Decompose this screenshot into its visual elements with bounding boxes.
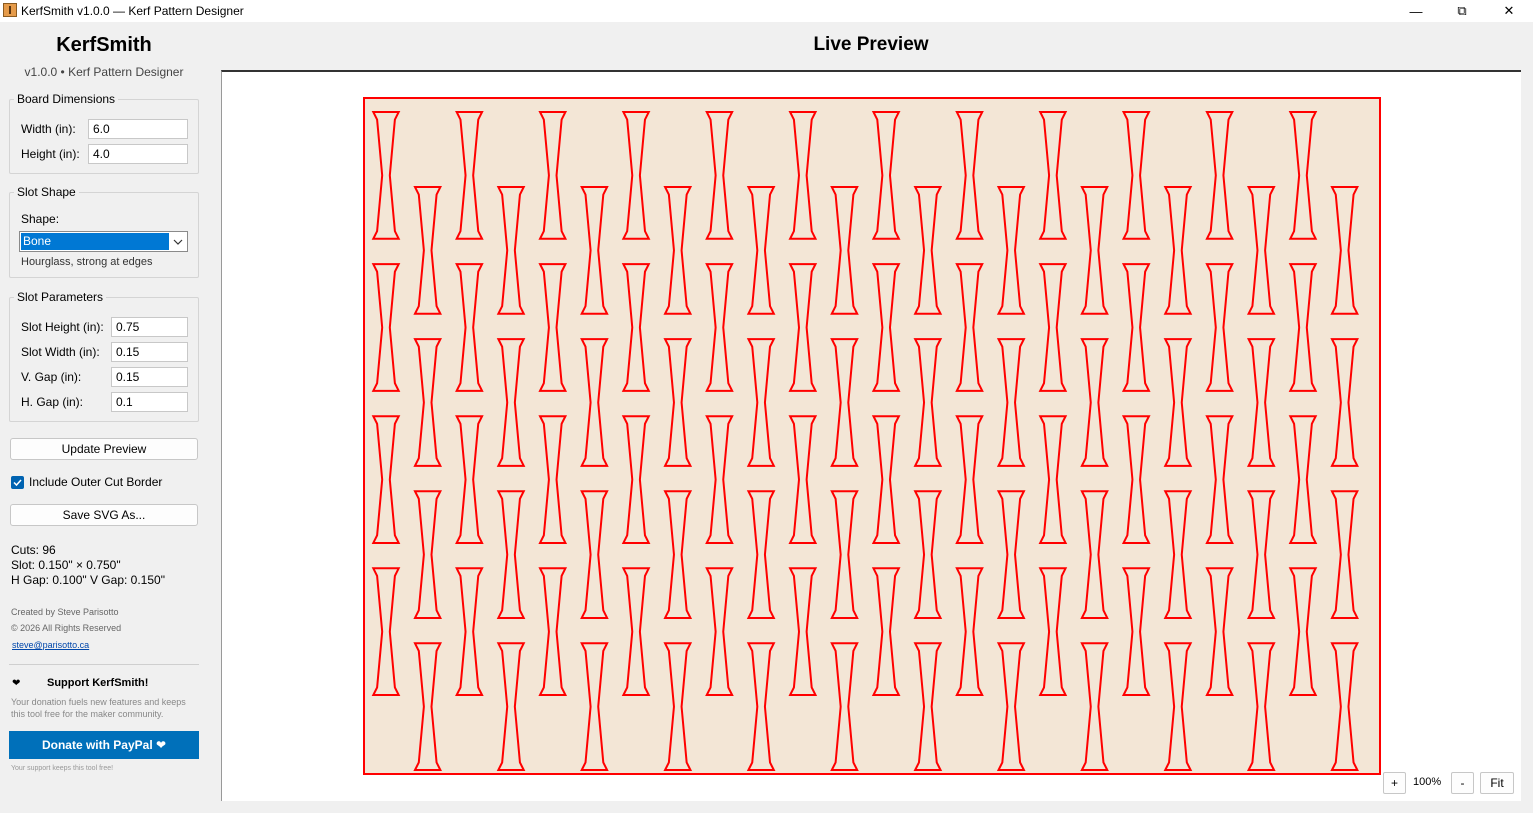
update-preview-button[interactable]: Update Preview <box>10 438 198 460</box>
width-label: Width (in): <box>21 122 76 136</box>
window-title: KerfSmith v1.0.0 — Kerf Pattern Designer <box>21 4 244 18</box>
board-dimensions-legend: Board Dimensions <box>17 92 116 106</box>
maximize-button[interactable]: ⧉ <box>1439 0 1485 22</box>
email-link[interactable]: steve@parisotto.ca <box>12 640 89 650</box>
stats-panel: Cuts: 96 Slot: 0.150" × 0.750" H Gap: 0.… <box>11 543 165 588</box>
slot-width-label: Slot Width (in): <box>21 345 100 359</box>
copyright: © 2026 All Rights Reserved <box>11 623 122 633</box>
donate-paypal-button[interactable]: Donate with PayPal ❤ <box>9 731 199 759</box>
slot-parameters-legend: Slot Parameters <box>17 290 104 304</box>
zoom-in-button[interactable]: + <box>1383 772 1406 794</box>
kerf-pattern-svg <box>363 97 1381 775</box>
preview-canvas[interactable] <box>221 70 1521 801</box>
donate-footnote: Your support keeps this tool free! <box>11 765 114 772</box>
zoom-level: 100% <box>1413 776 1442 788</box>
sidebar: KerfSmith v1.0.0 • Kerf Pattern Designer… <box>0 22 210 813</box>
checkmark-icon <box>13 479 22 487</box>
height-input[interactable] <box>88 144 188 164</box>
save-svg-button[interactable]: Save SVG As... <box>10 504 198 526</box>
app-subtitle: v1.0.0 • Kerf Pattern Designer <box>24 65 184 79</box>
outer-border-checkbox[interactable] <box>11 476 24 489</box>
chevron-down-icon[interactable] <box>171 234 185 249</box>
title-bar: KerfSmith v1.0.0 — Kerf Pattern Designer… <box>0 0 1533 22</box>
zoom-fit-button[interactable]: Fit <box>1480 772 1514 794</box>
shape-select-value: Bone <box>21 233 169 250</box>
cuts-count: Cuts: 96 <box>11 543 56 557</box>
minimize-button[interactable]: — <box>1393 0 1439 22</box>
zoom-out-button[interactable]: - <box>1451 772 1474 794</box>
slot-height-input[interactable] <box>111 317 188 337</box>
h-gap-input[interactable] <box>111 392 188 412</box>
created-by: Created by Steve Parisotto <box>11 607 119 617</box>
close-button[interactable]: ✕ <box>1486 0 1532 22</box>
width-input[interactable] <box>88 119 188 139</box>
shape-select[interactable]: Bone <box>19 231 188 252</box>
v-gap-label: V. Gap (in): <box>21 370 82 384</box>
preview-title: Live Preview <box>813 34 929 55</box>
heart-icon: ❤ <box>12 678 21 689</box>
height-label: Height (in): <box>21 147 80 161</box>
support-title: Support KerfSmith! <box>47 677 149 689</box>
slot-size: Slot: 0.150" × 0.750" <box>11 558 121 572</box>
shape-hint: Hourglass, strong at edges <box>21 256 153 268</box>
divider <box>9 664 199 665</box>
shape-label: Shape: <box>21 212 60 226</box>
outer-border-label[interactable]: Include Outer Cut Border <box>29 475 162 489</box>
app-name: KerfSmith <box>56 34 152 56</box>
app-icon <box>3 3 17 17</box>
support-text: Your donation fuels new features and kee… <box>11 697 186 719</box>
gap-size: H Gap: 0.100" V Gap: 0.150" <box>11 573 165 587</box>
slot-shape-legend: Slot Shape <box>17 185 76 199</box>
v-gap-input[interactable] <box>111 367 188 387</box>
slot-width-input[interactable] <box>111 342 188 362</box>
h-gap-label: H. Gap (in): <box>21 395 84 409</box>
slot-height-label: Slot Height (in): <box>21 320 104 334</box>
